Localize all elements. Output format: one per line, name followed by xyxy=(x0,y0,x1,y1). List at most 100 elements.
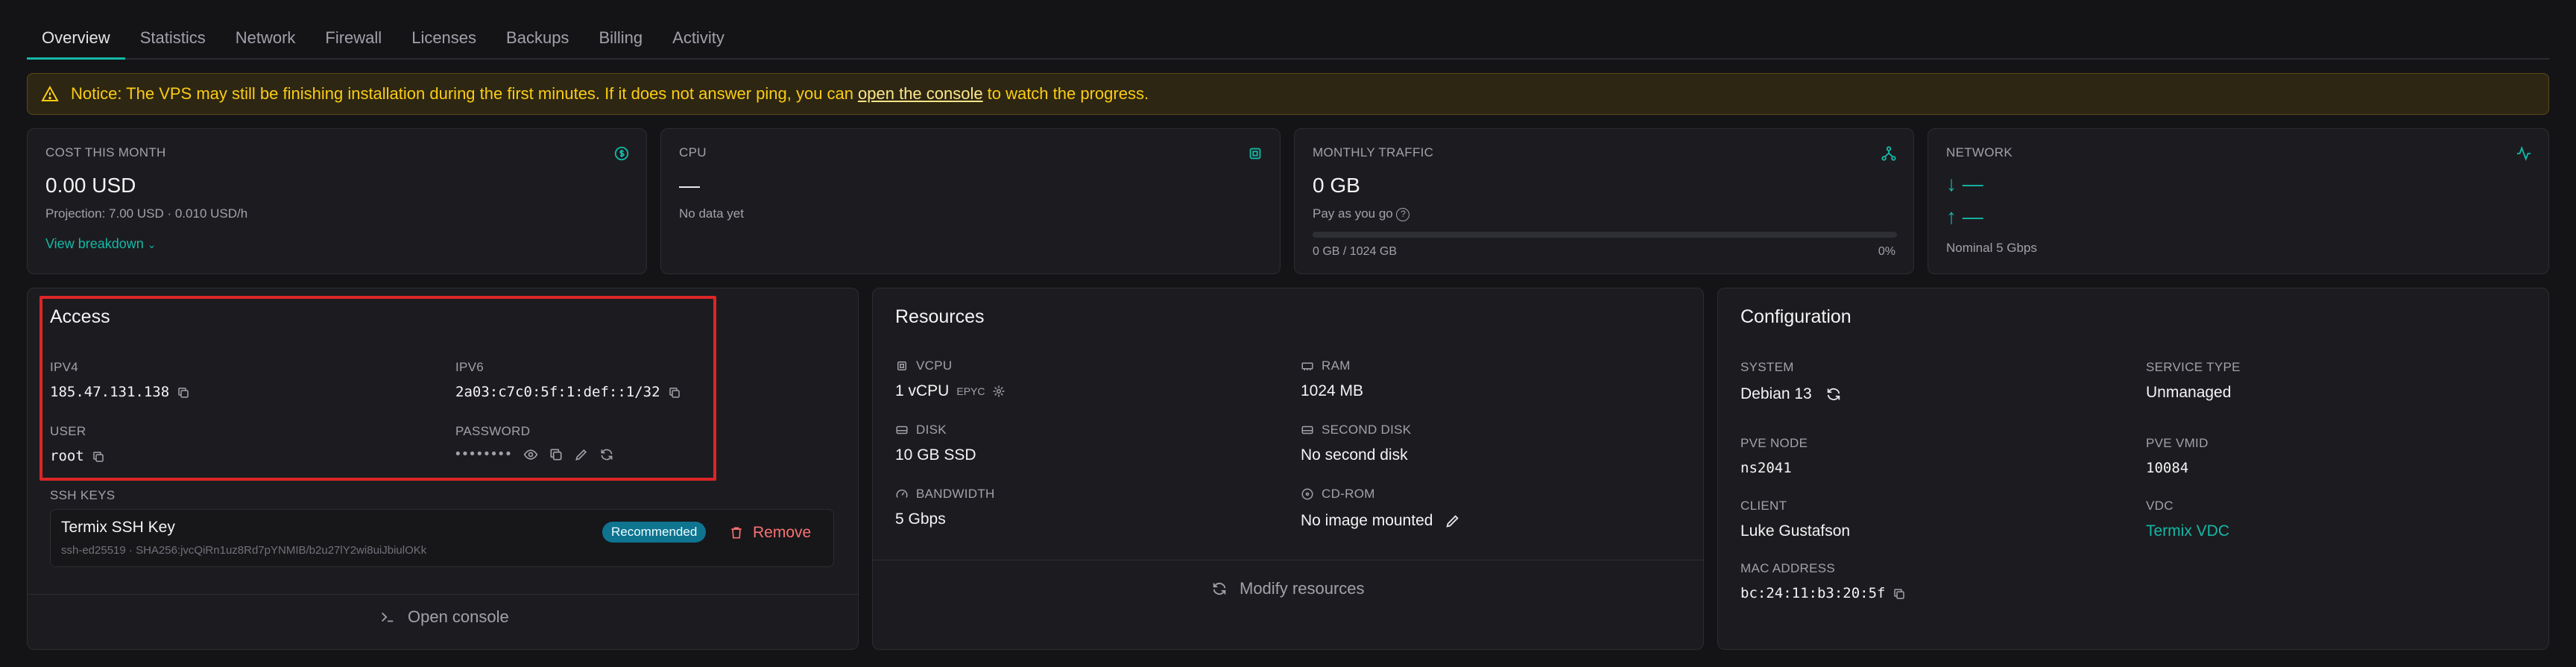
tab-licenses[interactable]: Licenses xyxy=(397,18,491,60)
mac-row: bc:24:11:b3:20:5f xyxy=(1740,585,1906,601)
traffic-label: MONTHLY TRAFFIC xyxy=(1313,145,1434,159)
open-console-button[interactable]: Open console xyxy=(379,607,509,627)
network-nodes-icon xyxy=(1881,146,1896,161)
remove-key-button[interactable]: Remove xyxy=(729,522,811,544)
traffic-value: 0 GB xyxy=(1313,174,1360,197)
view-breakdown-label: View breakdown xyxy=(45,236,144,251)
ssh-keys-label: SSH KEYS xyxy=(50,488,116,502)
tab-billing[interactable]: Billing xyxy=(584,18,657,60)
traffic-separator: / xyxy=(1342,245,1347,258)
help-icon[interactable]: ? xyxy=(1396,207,1410,221)
client-value: Luke Gustafson xyxy=(1740,522,1851,540)
vdc-link[interactable]: Termix VDC xyxy=(2146,522,2229,540)
resources-card: Resources VCPU 1 vCPU EPYC RAM 1024 MB DI… xyxy=(872,288,1704,650)
ipv6-value: 2a03:c7c0:5f:1:def::1/32 xyxy=(455,384,660,400)
disk-icon xyxy=(1301,426,1313,434)
trash-icon xyxy=(731,527,742,539)
vcpu-label-row: VCPU xyxy=(895,358,952,373)
dollar-icon xyxy=(614,146,629,161)
notice-text-end: to watch the progress. xyxy=(987,84,1149,103)
ipv4-value: 185.47.131.138 xyxy=(50,384,170,400)
traffic-card: MONTHLY TRAFFIC 0 GB Pay as you go ? 0 G… xyxy=(1294,128,1914,274)
traffic-plan: Pay as you go ? xyxy=(1313,206,1410,221)
ram-label: RAM xyxy=(1322,358,1351,373)
cpu-card: CPU — No data yet xyxy=(660,128,1281,274)
bandwidth-value: 5 Gbps xyxy=(895,510,946,528)
tab-statistics[interactable]: Statistics xyxy=(125,18,221,60)
ipv4-row: 185.47.131.138 xyxy=(50,384,190,400)
network-down: ↓ — xyxy=(1946,172,1983,195)
ipv6-label: IPV6 xyxy=(455,360,484,374)
copy-icon[interactable] xyxy=(668,386,681,399)
epyc-tag: EPYC xyxy=(956,385,985,397)
tab-overview[interactable]: Overview xyxy=(27,18,125,60)
open-console-link[interactable]: open the console xyxy=(858,84,983,104)
cdrom-label: CD-ROM xyxy=(1322,487,1375,501)
cdrom-row: No image mounted xyxy=(1301,512,1461,530)
cpu-sub: No data yet xyxy=(679,206,744,221)
refresh-icon xyxy=(1213,582,1226,595)
network-label: NETWORK xyxy=(1946,145,2012,159)
disc-icon xyxy=(1301,488,1313,500)
modify-resources-label: Modify resources xyxy=(1240,579,1365,598)
pencil-icon[interactable] xyxy=(1445,513,1461,529)
cpu-label: CPU xyxy=(679,145,707,159)
password-label: PASSWORD xyxy=(455,424,531,438)
disk-icon xyxy=(896,426,908,434)
access-card: Access IPV4 185.47.131.138 IPV6 2a03:c7c… xyxy=(27,288,859,650)
pve-node-value: ns2041 xyxy=(1740,460,1792,476)
refresh-icon[interactable] xyxy=(599,447,614,462)
ssh-key-fingerprint: ssh-ed25519 · SHA256:jvcQiRn1uz8Rd7pYNMI… xyxy=(61,544,427,557)
traffic-percent: 0% xyxy=(1878,245,1895,258)
cost-projection: Projection: 7.00 USD · 0.010 USD/h xyxy=(45,206,248,221)
tab-bar: Overview Statistics Network Firewall Lic… xyxy=(27,18,2549,60)
copy-icon[interactable] xyxy=(1892,587,1906,601)
network-card: NETWORK ↓ — ↑ — Nominal 5 Gbps xyxy=(1928,128,2549,274)
user-label: USER xyxy=(50,424,86,438)
mac-label: MAC ADDRESS xyxy=(1740,561,1836,575)
cdrom-label-row: CD-ROM xyxy=(1301,487,1375,502)
system-row: Debian 13 xyxy=(1740,385,1842,403)
divider xyxy=(28,594,858,595)
copy-icon[interactable] xyxy=(92,450,105,464)
ipv6-row: 2a03:c7c0:5f:1:def::1/32 xyxy=(455,384,681,400)
ssh-key-name: Termix SSH Key xyxy=(61,519,175,536)
password-row: •••••••• xyxy=(455,446,614,463)
remove-label: Remove xyxy=(753,524,812,541)
service-type-value: Unmanaged xyxy=(2146,384,2232,401)
chip-icon xyxy=(897,361,906,370)
tab-activity[interactable]: Activity xyxy=(657,18,739,60)
traffic-plan-text: Pay as you go xyxy=(1313,206,1393,221)
copy-icon[interactable] xyxy=(177,386,190,399)
traffic-usage: 0 GB / 1024 GB xyxy=(1313,245,1397,259)
system-label: SYSTEM xyxy=(1740,360,1794,374)
pencil-icon[interactable] xyxy=(574,447,589,462)
disk2-label: SECOND DISK xyxy=(1322,423,1412,437)
open-console-label: Open console xyxy=(408,607,509,626)
reinstall-icon[interactable] xyxy=(1825,386,1842,402)
ssh-key-item: Termix SSH Key ssh-ed25519 · SHA256:jvcQ… xyxy=(50,509,834,567)
service-type-label: SERVICE TYPE xyxy=(2146,360,2241,374)
tab-firewall[interactable]: Firewall xyxy=(310,18,397,60)
configuration-title: Configuration xyxy=(1740,306,1852,327)
ipv4-label: IPV4 xyxy=(50,360,79,374)
disk2-value: No second disk xyxy=(1301,446,1408,464)
warning-icon xyxy=(41,85,59,101)
notice-text: Notice: The VPS may still be finishing i… xyxy=(71,84,854,103)
view-breakdown-link[interactable]: View breakdown ⌄ xyxy=(45,236,157,252)
client-label: CLIENT xyxy=(1740,499,1787,513)
memory-icon xyxy=(1301,362,1313,370)
copy-icon[interactable] xyxy=(549,447,564,462)
gauge-icon xyxy=(896,489,908,498)
resources-title: Resources xyxy=(895,306,985,327)
gear-icon[interactable] xyxy=(992,385,1006,398)
cost-card: COST THIS MONTH 0.00 USD Projection: 7.0… xyxy=(27,128,647,274)
disk-label: DISK xyxy=(916,423,947,437)
ram-value: 1024 MB xyxy=(1301,382,1364,399)
eye-icon[interactable] xyxy=(523,447,538,462)
access-title: Access xyxy=(50,306,110,327)
tab-network[interactable]: Network xyxy=(221,18,311,60)
modify-resources-button[interactable]: Modify resources xyxy=(1211,579,1365,598)
cpu-value: — xyxy=(679,174,700,197)
tab-backups[interactable]: Backups xyxy=(491,18,584,60)
